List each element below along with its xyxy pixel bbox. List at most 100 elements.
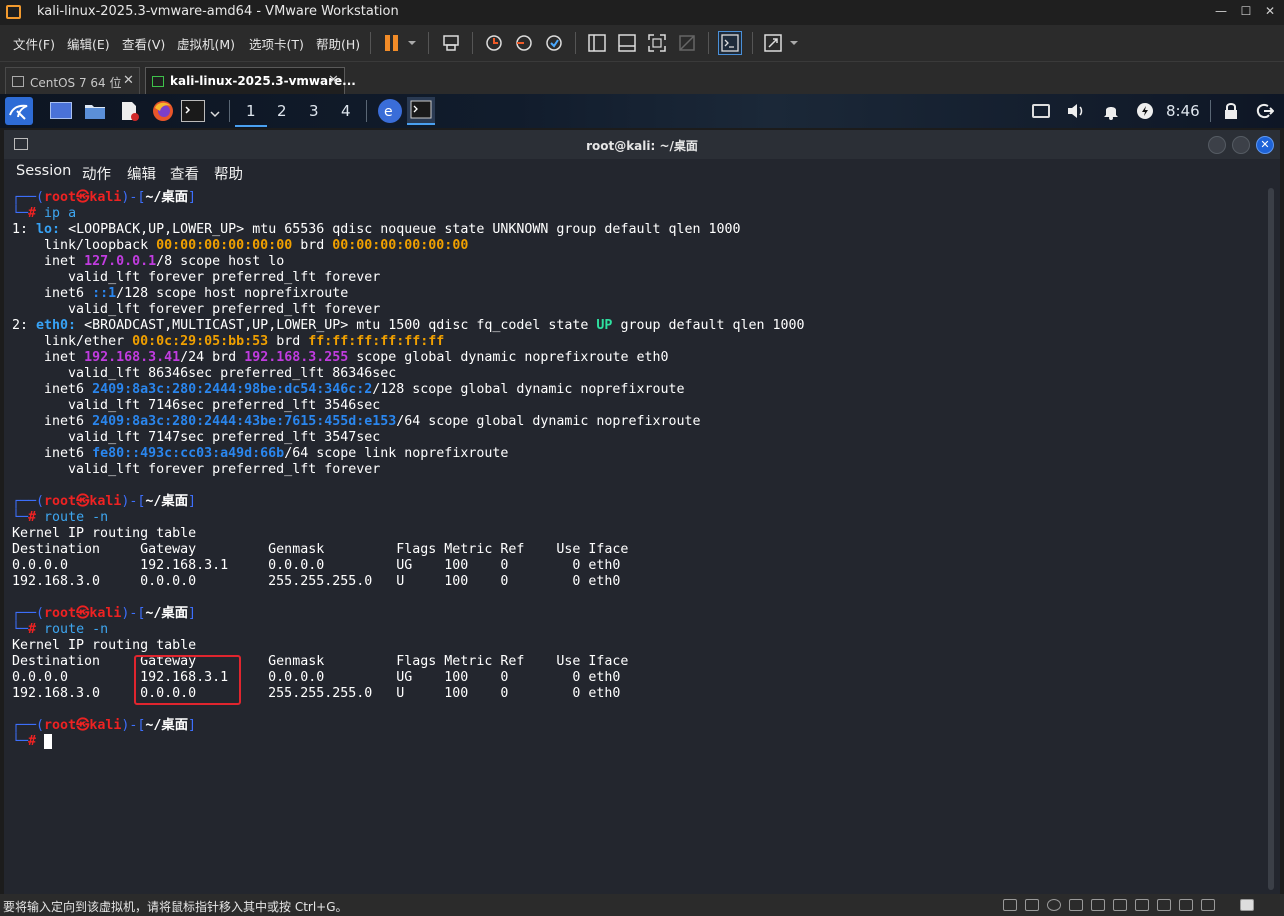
workspace-3[interactable]: 3: [309, 102, 319, 120]
tab-label: CentOS 7 64 位: [30, 76, 122, 90]
output-line: link/loopback 00:00:00:00:00:00 brd 00:0…: [12, 238, 469, 253]
logout-icon[interactable]: [1256, 103, 1275, 119]
close-tab-icon[interactable]: ✕: [328, 73, 339, 88]
terminal-window-button[interactable]: [407, 97, 435, 125]
chevron-down-icon[interactable]: [787, 33, 801, 53]
menu-view[interactable]: 查看(V): [122, 34, 165, 53]
stretch-icon[interactable]: [762, 33, 784, 53]
sidebar-icon[interactable]: [586, 33, 608, 53]
send-keys-icon[interactable]: [441, 33, 463, 53]
terminal-maximize-button[interactable]: [1232, 136, 1250, 154]
kali-menu-icon[interactable]: [5, 97, 33, 125]
full-screen-icon[interactable]: [646, 33, 668, 53]
terminal-minimize-button[interactable]: [1208, 136, 1226, 154]
chevron-down-icon[interactable]: [405, 33, 419, 53]
minimize-button[interactable]: —: [1213, 3, 1229, 19]
file-manager-icon[interactable]: [84, 101, 106, 120]
snapshot-icon[interactable]: [483, 33, 505, 53]
close-window-button[interactable]: ✕: [1262, 3, 1278, 19]
title-bar: kali-linux-2025.3-vmware-amd64 - VMware …: [0, 0, 1284, 25]
terminal-view-icon[interactable]: [718, 31, 742, 55]
tab-kali[interactable]: kali-linux-2025.3-vmware... ✕: [145, 67, 356, 95]
window-app-icon[interactable]: e: [378, 99, 402, 123]
lock-screen-icon[interactable]: [1224, 102, 1238, 119]
output-line: 1: lo: <LOOPBACK,UP,LOWER_UP> mtu 65536 …: [12, 222, 741, 237]
output-line: Destination Gateway Genmask Flags Metric…: [12, 542, 629, 557]
camera-icon[interactable]: [1179, 899, 1193, 911]
show-desktop-icon[interactable]: [50, 102, 72, 119]
menu-tabs[interactable]: 选项卡(T): [249, 34, 304, 53]
menu-help[interactable]: 帮助(H): [316, 34, 360, 53]
usb-controller-icon[interactable]: [1157, 899, 1171, 911]
cd-dvd-icon[interactable]: [1047, 899, 1061, 911]
output-line: 192.168.3.0 0.0.0.0 255.255.255.0 U 100 …: [12, 686, 621, 701]
terminal-menu-actions[interactable]: 动作: [82, 163, 111, 184]
printer-icon[interactable]: [1113, 899, 1127, 911]
terminal-menu-session[interactable]: Session: [16, 163, 71, 179]
prompt-line: ┌──(root㉿kali)-[~/桌面]: [12, 606, 197, 621]
firefox-icon[interactable]: [152, 100, 174, 122]
output-line: valid_lft 86346sec preferred_lft 86346se…: [12, 366, 397, 381]
chevron-down-icon[interactable]: [208, 105, 222, 118]
kali-top-panel: 1 2 3 4 e 8:46: [0, 94, 1284, 128]
command-line: └─# route -n: [12, 622, 109, 637]
vm-icon: [12, 76, 24, 87]
prompt-line: ┌──(root㉿kali)-[~/桌面]: [12, 718, 197, 733]
prompt-line: ┌──(root㉿kali)-[~/桌面]: [12, 494, 197, 509]
unity-icon[interactable]: [676, 33, 698, 53]
volume-icon[interactable]: [1066, 102, 1086, 120]
snapshot-manager-icon[interactable]: [543, 33, 565, 53]
hard-disk-icon[interactable]: [1003, 899, 1017, 911]
workspace-2[interactable]: 2: [277, 102, 287, 120]
sound-card-icon[interactable]: [1091, 899, 1105, 911]
revert-snapshot-icon[interactable]: [513, 33, 535, 53]
output-line: inet6 2409:8a3c:280:2444:43be:7615:455d:…: [12, 414, 701, 429]
notifications-bell-icon[interactable]: [1102, 102, 1120, 120]
panel-clock[interactable]: 8:46: [1166, 102, 1200, 120]
display-icon[interactable]: [1135, 899, 1149, 911]
output-line: inet6 ::1/128 scope host noprefixroute: [12, 286, 349, 301]
power-manager-icon[interactable]: [1137, 103, 1153, 119]
output-line: valid_lft forever preferred_lft forever: [12, 302, 381, 317]
output-line: valid_lft 7147sec preferred_lft 3547sec: [12, 430, 381, 445]
usb-device-icon[interactable]: [1069, 899, 1083, 911]
panel-separator: [366, 100, 367, 122]
menu-vm[interactable]: 虚拟机(M): [177, 34, 235, 53]
terminal-menu-edit[interactable]: 编辑: [127, 163, 156, 184]
pause-icon[interactable]: [382, 33, 404, 53]
toolbar-separator: [472, 32, 473, 54]
text-editor-icon[interactable]: [120, 101, 140, 121]
vmware-workstation-window: kali-linux-2025.3-vmware-amd64 - VMware …: [0, 0, 1284, 916]
output-line: 2: eth0: <BROADCAST,MULTICAST,UP,LOWER_U…: [12, 318, 805, 333]
workspace-4[interactable]: 4: [341, 102, 351, 120]
message-log-icon[interactable]: [1201, 899, 1215, 911]
terminal-close-button[interactable]: ✕: [1256, 136, 1274, 154]
console-view-icon[interactable]: [616, 33, 638, 53]
terminal-menu-view[interactable]: 查看: [170, 163, 199, 184]
menu-edit[interactable]: 编辑(E): [67, 34, 110, 53]
vmware-app-icon: [6, 5, 21, 19]
scrollbar-thumb[interactable]: [1268, 188, 1274, 890]
gateway-highlight-box: [134, 655, 241, 705]
output-line: inet 192.168.3.41/24 brd 192.168.3.255 s…: [12, 350, 669, 365]
output-line: Kernel IP routing table: [12, 638, 197, 653]
window-title: kali-linux-2025.3-vmware-amd64 - VMware …: [37, 4, 399, 19]
output-line: valid_lft forever preferred_lft forever: [12, 462, 381, 477]
close-tab-icon[interactable]: ✕: [123, 73, 134, 88]
toolbar-separator: [708, 32, 709, 54]
network-icon[interactable]: [1032, 104, 1050, 118]
terminal-output[interactable]: ┌──(root㉿kali)-[~/桌面] └─# ip a 1: lo: <L…: [4, 186, 1280, 894]
terminal-menu-help[interactable]: 帮助: [214, 163, 243, 184]
menu-file[interactable]: 文件(F): [13, 34, 55, 53]
terminal-scrollbar[interactable]: [1267, 186, 1275, 894]
toolbar-separator: [752, 32, 753, 54]
menu-bar: 文件(F) 编辑(E) 查看(V) 虚拟机(M) 选项卡(T) 帮助(H): [0, 25, 1284, 61]
vm-status-icon[interactable]: [1240, 899, 1254, 911]
network-adapter-icon[interactable]: [1025, 899, 1039, 911]
tab-centos[interactable]: CentOS 7 64 位 ✕: [5, 67, 140, 95]
output-line: 0.0.0.0 192.168.3.1 0.0.0.0 UG 100 0 0 e…: [12, 558, 621, 573]
workspace-1[interactable]: 1: [246, 102, 256, 120]
terminal-launcher-icon[interactable]: [181, 100, 205, 122]
maximize-button[interactable]: ☐: [1238, 3, 1254, 19]
output-line: link/ether 00:0c:29:05:bb:53 brd ff:ff:f…: [12, 334, 445, 349]
